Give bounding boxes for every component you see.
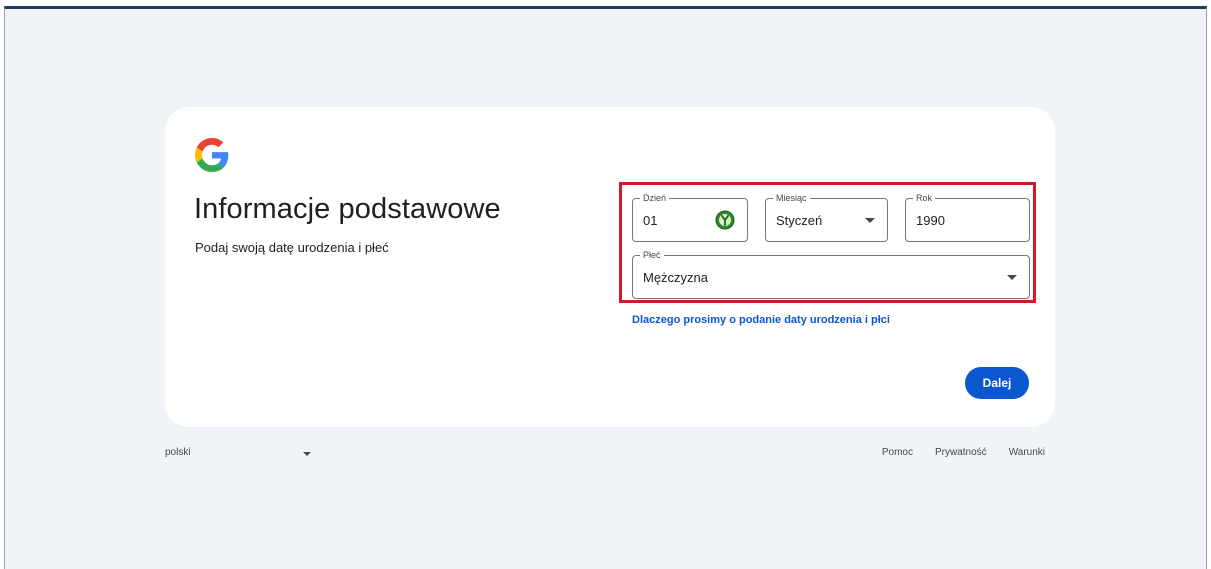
page-title: Informacje podstawowe [194, 193, 501, 225]
language-value: polski [165, 447, 191, 458]
gender-value: Mężczyzna [643, 270, 709, 285]
day-label: Dzień [640, 192, 670, 204]
next-button[interactable]: Dalej [965, 367, 1029, 399]
browser-window: Informacje podstawowe Podaj swoją datę u… [4, 6, 1207, 569]
help-link[interactable]: Pomoc [882, 447, 913, 458]
month-select[interactable]: Miesiąc Styczeń [765, 192, 888, 242]
year-input[interactable]: Rok 1990 [905, 192, 1030, 242]
signup-card: Informacje podstawowe Podaj swoją datę u… [165, 107, 1055, 427]
terms-link[interactable]: Warunki [1009, 447, 1045, 458]
year-label: Rok [913, 192, 936, 204]
day-value: 01 [643, 213, 658, 228]
year-value: 1990 [916, 213, 945, 228]
footer: polski Pomoc Prywatność Warunki [165, 447, 1055, 467]
why-birthdate-link[interactable]: Dlaczego prosimy o podanie daty urodzeni… [632, 314, 890, 326]
chevron-down-icon [1007, 275, 1017, 280]
chevron-down-icon [303, 452, 311, 456]
language-select[interactable]: polski [165, 447, 311, 465]
gender-label: Płeć [640, 249, 664, 261]
chevron-down-icon [865, 218, 875, 223]
month-value: Styczeń [776, 213, 823, 228]
page-subtitle: Podaj swoją datę urodzenia i płeć [195, 240, 389, 255]
footer-links: Pomoc Prywatność Warunki [882, 447, 1045, 458]
gender-select[interactable]: Płeć Mężczyzna [632, 249, 1030, 299]
day-input[interactable]: Dzień 01 [632, 192, 748, 242]
google-logo-icon [195, 138, 229, 172]
month-label: Miesiąc [773, 192, 810, 204]
privacy-link[interactable]: Prywatność [935, 447, 987, 458]
extension-icon[interactable] [715, 210, 735, 230]
